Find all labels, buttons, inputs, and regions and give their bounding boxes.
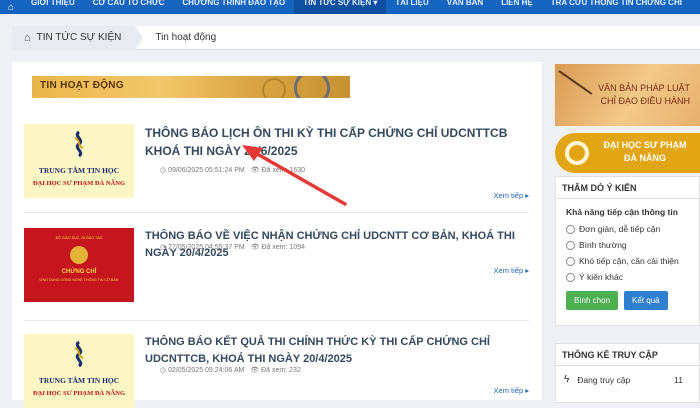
emblem-icon bbox=[70, 246, 88, 264]
main-content: TIN HOẠT ĐỘNG TRUNG TÂM TIN HỌC ĐẠI HỌC … bbox=[12, 62, 542, 408]
center-logo-icon bbox=[74, 130, 84, 158]
thumb-caption: CHỨNG CHỈ bbox=[61, 269, 97, 275]
nav-item-tra-cuu-chung-chi[interactable]: TRA CỨU THÔNG TIN CHỨNG CHỈ bbox=[542, 0, 691, 14]
legal-documents-banner[interactable]: VĂN BẢN PHÁP LUẬT CHỈ ĐẠO ĐIỀU HÀNH bbox=[555, 64, 700, 126]
banner-line: ĐÀ NẴNG bbox=[624, 152, 666, 163]
post-meta: ◷ 27/05/2025 04:55:37 PM 👁 Đã xem: 1094 bbox=[160, 243, 305, 251]
post-thumbnail[interactable]: TRUNG TÂM TIN HỌC ĐẠI HỌC SƯ PHẠM ĐÀ NẴN… bbox=[24, 124, 134, 198]
stats-row: ϟ Đang truy cập 11 bbox=[556, 366, 699, 385]
breadcrumb-separator bbox=[135, 25, 144, 50]
divider bbox=[24, 320, 529, 321]
radio-button[interactable] bbox=[566, 256, 575, 266]
nav-item-gioi-thieu[interactable]: GIỚI THIỆU bbox=[22, 0, 84, 14]
poll-option-label: Ý kiến khác bbox=[579, 272, 623, 282]
nav-item-van-ban[interactable]: VĂN BẢN bbox=[438, 0, 492, 14]
nav-item-tai-lieu[interactable]: TÀI LIỆU bbox=[386, 0, 437, 14]
lightning-icon: ϟ bbox=[564, 374, 570, 385]
post-date: 09/06/2025 05:51:24 PM bbox=[168, 167, 245, 174]
poll-option-label: Đơn giản, dễ tiếp cận bbox=[579, 224, 661, 234]
sidebar: VĂN BẢN PHÁP LUẬT CHỈ ĐẠO ĐIỀU HÀNH ĐẠI … bbox=[555, 62, 700, 403]
radio-button[interactable] bbox=[566, 272, 575, 282]
breadcrumb: ⌂ TIN TỨC SỰ KIỆN Tin hoạt động bbox=[12, 25, 700, 50]
poll-option[interactable]: Khó tiếp cận, cần cải thiện bbox=[556, 253, 699, 269]
banner-line: CHỈ ĐẠO ĐIỀU HÀNH bbox=[600, 95, 690, 106]
nav-item-lien-he[interactable]: LIÊN HỆ bbox=[492, 0, 542, 14]
thumb-title: TRUNG TÂM TIN HỌC bbox=[38, 166, 120, 175]
post-views: Đã xem: 1630 bbox=[261, 167, 306, 174]
post-title[interactable]: THÔNG BÁO LỊCH ÔN THI KỲ THI CẤP CHỨNG C… bbox=[145, 124, 529, 160]
home-icon[interactable]: ⌂ bbox=[0, 0, 22, 14]
post-meta: ◷ 09/06/2025 05:51:24 PM 👁 Đã xem: 1630 bbox=[160, 166, 305, 174]
breadcrumb-home[interactable]: ⌂ TIN TỨC SỰ KIỆN bbox=[12, 25, 136, 50]
banner-line: ĐẠI HỌC SƯ PHẠM bbox=[603, 140, 687, 150]
nav-item-co-cau-to-chuc[interactable]: CƠ CẤU TỔ CHỨC bbox=[84, 0, 174, 14]
banner-line: VĂN BẢN PHÁP LUẬT bbox=[598, 83, 690, 93]
eye-icon: 👁 bbox=[250, 367, 262, 374]
home-icon: ⌂ bbox=[24, 31, 31, 44]
banner-text: ĐẠI HỌC SƯ PHẠM ĐÀ NẴNG bbox=[595, 139, 695, 164]
university-logo-icon bbox=[565, 141, 589, 165]
post-views: Đã xem: 232 bbox=[261, 367, 301, 374]
banner-decoration bbox=[294, 76, 330, 98]
breadcrumb-section: TIN TỨC SỰ KIỆN bbox=[36, 32, 122, 43]
poll-title: THĂM DÒ Ý KIẾN bbox=[556, 177, 699, 199]
banner-decoration bbox=[262, 78, 286, 98]
thumb-header: BỘ GIÁO DỤC VÀ ĐÀO TẠO bbox=[55, 236, 103, 240]
divider bbox=[24, 212, 529, 213]
nav-item-tin-tuc-su-kien[interactable]: TIN TỨC SỰ KIỆN ▾ bbox=[294, 0, 387, 14]
section-banner-label: TIN HOẠT ĐỘNG bbox=[40, 80, 124, 91]
poll-option[interactable]: Ý kiến khác bbox=[556, 269, 699, 285]
clock-icon: ◷ bbox=[160, 367, 169, 374]
vote-button[interactable]: Bình chọn bbox=[566, 291, 619, 310]
poll-widget: THĂM DÒ Ý KIẾN Khả năng tiếp cận thông t… bbox=[555, 176, 700, 326]
thumb-title: TRUNG TÂM TIN HỌC bbox=[38, 376, 120, 385]
clock-icon: ◷ bbox=[160, 167, 169, 174]
center-logo-icon bbox=[74, 340, 84, 368]
thumb-subtitle: ĐẠI HỌC SƯ PHẠM ĐÀ NẴNG bbox=[32, 390, 126, 397]
poll-option[interactable]: Bình thường bbox=[556, 237, 699, 253]
read-more-link[interactable]: Xem tiếp ▸ bbox=[494, 191, 529, 200]
post-views: Đã xem: 1094 bbox=[261, 244, 306, 251]
post-title[interactable]: THÔNG BÁO KẾT QUẢ THI CHÍNH THỨC KỲ THI … bbox=[145, 334, 529, 367]
post-date: 02/05/2025 09:24:06 AM bbox=[168, 367, 245, 374]
news-item: TRUNG TÂM TIN HỌC ĐẠI HỌC SƯ PHẠM ĐÀ NẴN… bbox=[24, 334, 529, 408]
read-more-link[interactable]: Xem tiếp ▸ bbox=[494, 266, 529, 275]
poll-option[interactable]: Đơn giản, dễ tiếp cận bbox=[556, 221, 699, 237]
thumb-subcaption: ỨNG DỤNG CÔNG NGHỆ THÔNG TIN CƠ BẢN bbox=[39, 278, 119, 282]
online-count: 11 bbox=[674, 374, 683, 385]
top-navigation: ⌂ GIỚI THIỆU CƠ CẤU TỔ CHỨC CHƯƠNG TRÌNH… bbox=[0, 0, 700, 14]
banner-text: VĂN BẢN PHÁP LUẬT CHỈ ĐẠO ĐIỀU HÀNH bbox=[580, 82, 690, 107]
eye-icon: 👁 bbox=[250, 244, 262, 251]
university-banner[interactable]: ĐẠI HỌC SƯ PHẠM ĐÀ NẴNG bbox=[555, 133, 700, 173]
news-item: TRUNG TÂM TIN HỌC ĐẠI HỌC SƯ PHẠM ĐÀ NẴN… bbox=[24, 124, 529, 214]
section-banner: TIN HOẠT ĐỘNG bbox=[32, 76, 350, 98]
nav-item-chuong-trinh-dao-tao[interactable]: CHƯƠNG TRÌNH ĐÀO TẠO bbox=[173, 0, 294, 14]
poll-option-label: Khó tiếp cận, cần cải thiện bbox=[579, 256, 679, 266]
poll-question: Khả năng tiếp cận thông tin bbox=[566, 207, 678, 217]
eye-icon: 👁 bbox=[250, 167, 262, 174]
news-item: BỘ GIÁO DỤC VÀ ĐÀO TẠO CHỨNG CHỈ ỨNG DỤN… bbox=[24, 228, 529, 321]
clock-icon: ◷ bbox=[160, 244, 169, 251]
radio-button[interactable] bbox=[566, 240, 575, 250]
poll-option-label: Bình thường bbox=[579, 240, 627, 250]
online-label: Đang truy cập bbox=[577, 374, 631, 385]
stats-title: THỐNG KÊ TRUY CẬP bbox=[556, 344, 699, 366]
thumb-subtitle: ĐẠI HỌC SƯ PHẠM ĐÀ NẴNG bbox=[32, 180, 126, 187]
visitor-stats-widget: THỐNG KÊ TRUY CẬP ϟ Đang truy cập 11 bbox=[555, 343, 700, 403]
post-meta: ◷ 02/05/2025 09:24:06 AM 👁 Đã xem: 232 bbox=[160, 366, 301, 374]
post-thumbnail[interactable]: TRUNG TÂM TIN HỌC ĐẠI HỌC SƯ PHẠM ĐÀ NẴN… bbox=[24, 334, 134, 408]
breadcrumb-current[interactable]: Tin hoạt động bbox=[143, 32, 216, 43]
post-date: 27/05/2025 04:55:37 PM bbox=[168, 244, 245, 251]
radio-button[interactable] bbox=[566, 224, 575, 234]
read-more-link[interactable]: Xem tiếp ▸ bbox=[494, 386, 529, 395]
post-thumbnail[interactable]: BỘ GIÁO DỤC VÀ ĐÀO TẠO CHỨNG CHỈ ỨNG DỤN… bbox=[24, 228, 134, 302]
results-button[interactable]: Kết quả bbox=[624, 291, 668, 310]
